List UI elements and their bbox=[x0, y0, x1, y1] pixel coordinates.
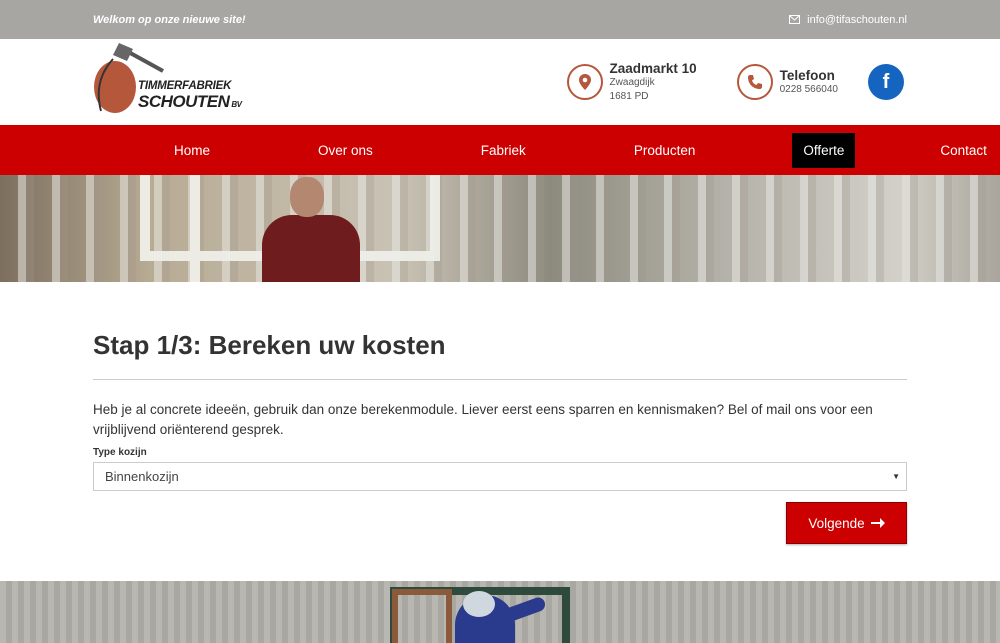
logo-line1: TIMMERFABRIEK bbox=[138, 80, 232, 92]
logo[interactable]: TIMMERFABRIEK SCHOUTEN BV bbox=[93, 41, 245, 123]
phone-title: Telefoon bbox=[779, 67, 835, 83]
calculator-section: Stap 1/3: Bereken uw kosten Heb je al co… bbox=[0, 282, 1000, 545]
facebook-icon[interactable]: f bbox=[868, 64, 904, 100]
main-nav: Home Over ons Fabriek Producten Offerte … bbox=[0, 125, 1000, 175]
top-bar: Welkom op onze nieuwe site! info@tifasch… bbox=[0, 0, 1000, 39]
hero-banner-image bbox=[0, 175, 1000, 282]
email-link[interactable]: info@tifaschouten.nl bbox=[789, 14, 907, 26]
nav-offerte[interactable]: Offerte bbox=[792, 132, 856, 168]
type-kozijn-label: Type kozijn bbox=[93, 447, 147, 459]
address-title: Zaadmarkt 10 bbox=[609, 60, 697, 76]
worker-head-shape bbox=[290, 177, 324, 217]
next-button-label: Volgende bbox=[808, 515, 865, 531]
address-postcode: 1681 PD bbox=[609, 90, 649, 102]
nav-producten[interactable]: Producten bbox=[623, 133, 707, 168]
envelope-icon bbox=[789, 15, 801, 24]
next-button[interactable]: Volgende bbox=[786, 502, 907, 545]
page-title: Stap 1/3: Bereken uw kosten bbox=[93, 330, 907, 380]
address-city: Zwaagdijk bbox=[609, 76, 655, 88]
logo-suffix: BV bbox=[231, 99, 242, 109]
phone-block[interactable]: Telefoon 0228 566040 bbox=[736, 64, 838, 100]
intro-text: Heb je al concrete ideeën, gebruik dan o… bbox=[93, 402, 873, 437]
contact-info: Zaadmarkt 10 Zwaagdijk 1681 PD Telefoon … bbox=[566, 60, 904, 104]
window-post-shape bbox=[190, 175, 200, 282]
location-pin-icon bbox=[566, 64, 603, 100]
logo-wordmark: TIMMERFABRIEK SCHOUTEN BV bbox=[138, 80, 242, 111]
dropdown-arrow-icon: ▼ bbox=[892, 472, 900, 482]
footer-banner-image bbox=[0, 581, 1000, 643]
email-text[interactable]: info@tifaschouten.nl bbox=[807, 14, 907, 26]
footer-worker-cap bbox=[463, 591, 495, 617]
nav-contact[interactable]: Contact bbox=[929, 133, 998, 168]
nav-fabriek[interactable]: Fabriek bbox=[470, 133, 537, 168]
address-block: Zaadmarkt 10 Zwaagdijk 1681 PD bbox=[566, 60, 697, 104]
worker-body-shape bbox=[262, 215, 360, 282]
site-header: TIMMERFABRIEK SCHOUTEN BV Zaadmarkt 10 Zw… bbox=[0, 39, 1000, 125]
logo-line2: SCHOUTEN bbox=[138, 91, 230, 111]
nav-over-ons[interactable]: Over ons bbox=[307, 133, 384, 168]
phone-number[interactable]: 0228 566040 bbox=[780, 83, 838, 97]
nav-home[interactable]: Home bbox=[163, 133, 221, 168]
phone-icon bbox=[736, 64, 773, 100]
arrow-right-icon bbox=[870, 518, 885, 529]
footer-door-frame bbox=[392, 589, 452, 643]
select-value: Binnenkozijn bbox=[105, 469, 179, 485]
welcome-text: Welkom op onze nieuwe site! bbox=[93, 13, 246, 26]
type-kozijn-select[interactable]: Binnenkozijn ▼ bbox=[93, 462, 907, 492]
